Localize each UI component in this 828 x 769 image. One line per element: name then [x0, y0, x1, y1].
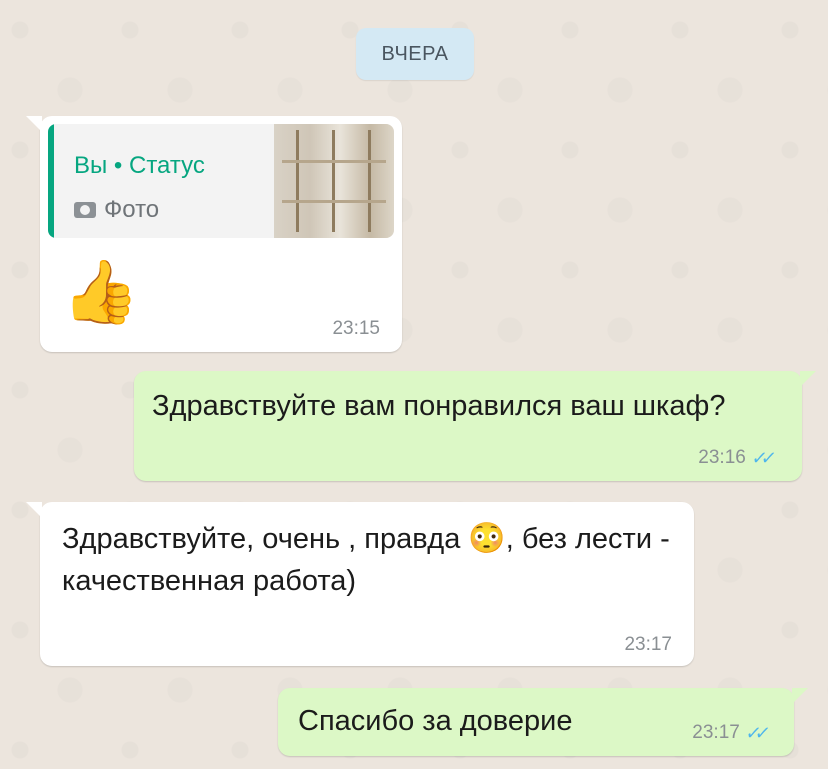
quoted-status-reply[interactable]: Вы • Статус Фото — [48, 124, 394, 238]
message-text: Здравствуйте вам понравился ваш шкаф? — [152, 390, 726, 422]
message-outgoing[interactable]: Спасибо за доверие 23:17 ✓✓ — [278, 688, 808, 756]
message-outgoing[interactable]: Здравствуйте вам понравился ваш шкаф? 23… — [134, 371, 816, 481]
time-label: 23:17 — [624, 634, 672, 655]
time-label: 23:16 — [698, 447, 746, 468]
time-label: 23:17 — [692, 722, 740, 743]
camera-icon — [74, 202, 96, 218]
quote-media-type: Фото — [74, 196, 159, 224]
date-separator: ВЧЕРА — [356, 28, 474, 80]
message-time: 23:16 ✓✓ — [698, 447, 772, 469]
message-time: 23:17 ✓✓ — [692, 722, 766, 744]
message-text-part: Здравствуйте, очень , правда — [62, 523, 469, 555]
quote-type-label: Фото — [104, 196, 160, 223]
thumbs-up-emoji: 👍 — [62, 258, 140, 327]
message-text: Спасибо за доверие — [298, 705, 573, 737]
double-check-icon: ✓✓ — [750, 447, 772, 468]
time-label: 23:15 — [332, 318, 380, 339]
message-time: 23:17 — [624, 634, 672, 656]
quote-author: Вы • Статус — [74, 152, 205, 179]
message-text: Здравствуйте, очень , правда 😳, без лест… — [62, 518, 682, 602]
flushed-face-emoji: 😳 — [468, 522, 506, 555]
status-photo-thumbnail[interactable] — [274, 124, 394, 238]
double-check-icon: ✓✓ — [744, 722, 766, 743]
message-time: 23:15 — [332, 318, 380, 340]
message-incoming[interactable]: Здравствуйте, очень , правда 😳, без лест… — [26, 502, 694, 666]
message-incoming[interactable]: Вы • Статус Фото 👍 23:15 — [26, 116, 402, 352]
quote-accent-bar — [48, 124, 54, 238]
